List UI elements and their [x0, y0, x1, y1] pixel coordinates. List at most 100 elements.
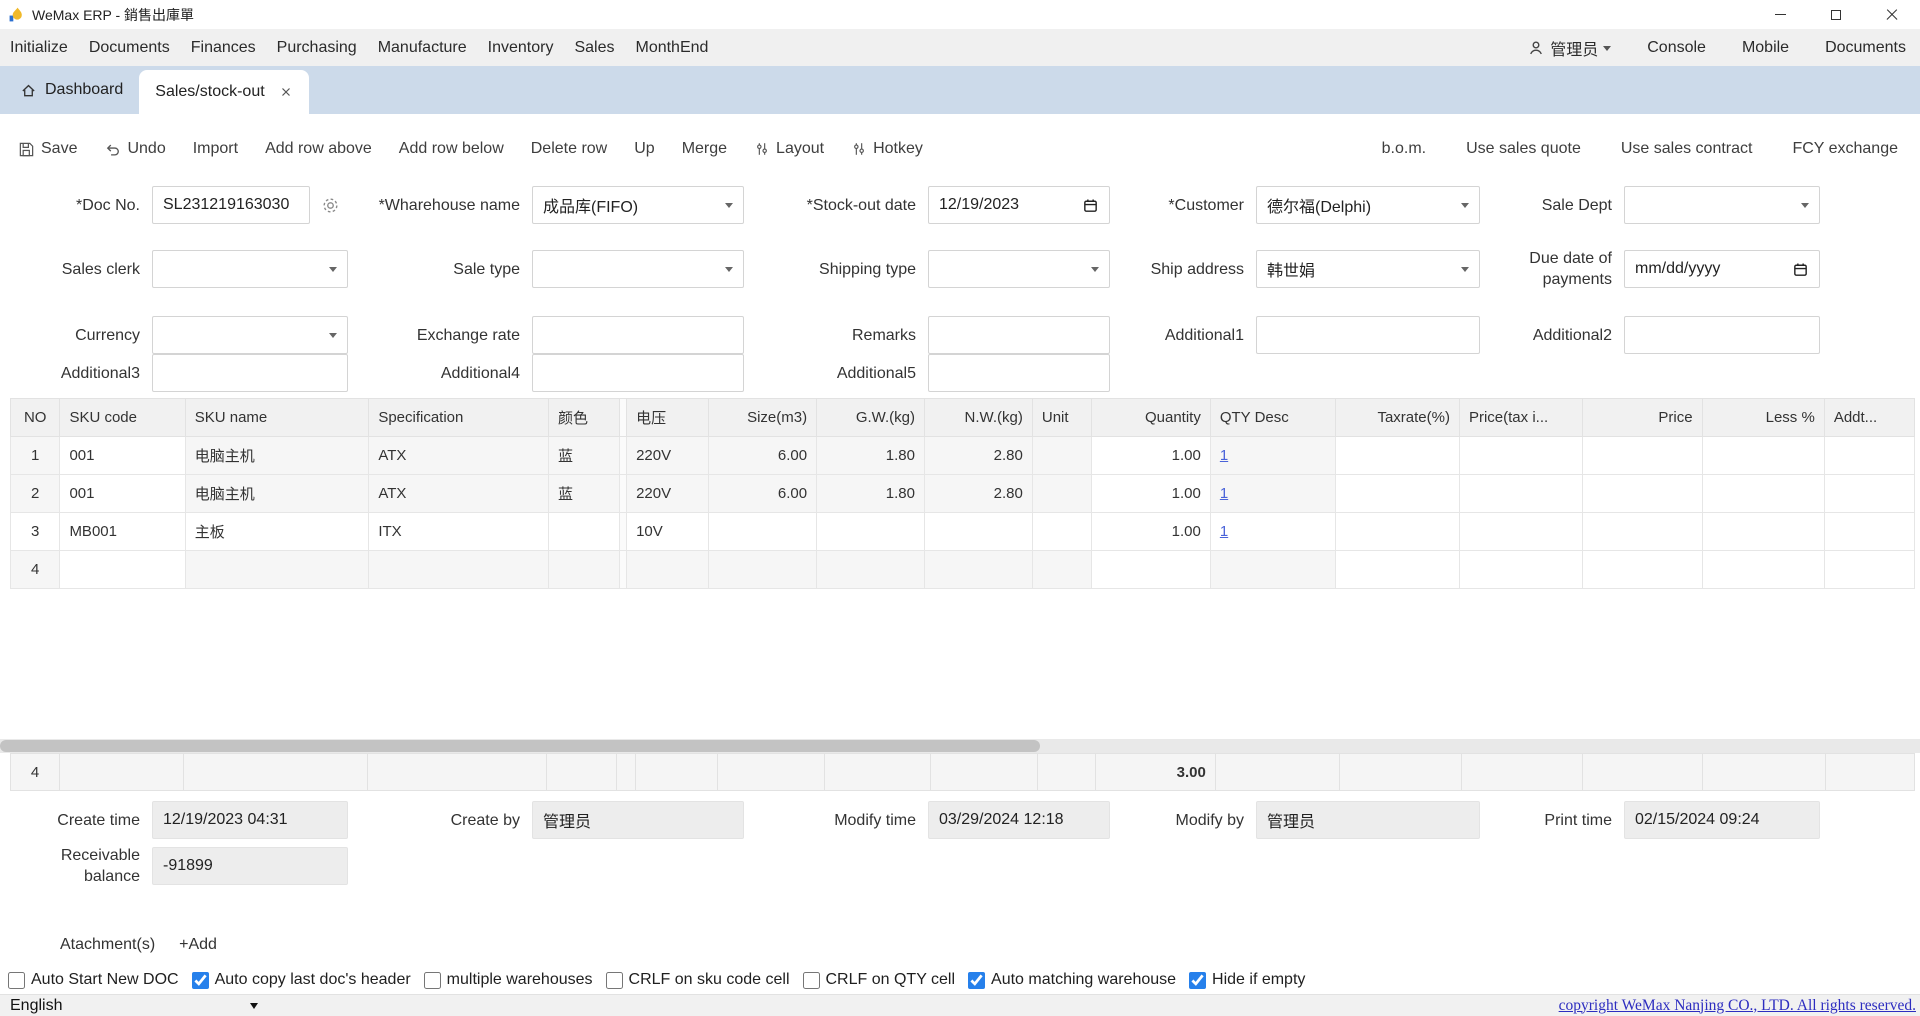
exchange-rate-input[interactable]	[532, 316, 744, 354]
close-button[interactable]	[1864, 0, 1920, 29]
checkbox[interactable]	[423, 971, 441, 989]
grid-cell-less[interactable]	[1701, 550, 1825, 589]
qty-desc-link[interactable]: 1	[1220, 447, 1228, 464]
checkbox[interactable]	[8, 971, 25, 989]
grid-cell-qty[interactable]: 1.00	[1090, 436, 1211, 475]
doc-no-settings-button[interactable]	[321, 196, 340, 215]
grid-cell-price_tax[interactable]	[1458, 512, 1584, 551]
grid-cell-spec[interactable]: ATX	[368, 474, 550, 513]
currency-select[interactable]	[152, 316, 348, 354]
menu-monthend[interactable]: MonthEnd	[635, 39, 708, 57]
checkbox[interactable]	[802, 971, 820, 989]
shipping-type-select[interactable]	[928, 250, 1110, 288]
customer-select[interactable]: 德尔福(Delphi)	[1256, 186, 1480, 224]
grid-cell-nw[interactable]	[924, 550, 1033, 589]
grid-cell-unit[interactable]	[1031, 550, 1092, 589]
grid-cell-no[interactable]: 4	[10, 550, 61, 589]
grid-cell-voltage[interactable]: 10V	[626, 512, 710, 551]
delete-row-button[interactable]: Delete row	[531, 140, 607, 158]
grid-cell-unit[interactable]	[1031, 474, 1092, 513]
grid-cell-qty_desc[interactable]: 1	[1209, 436, 1337, 475]
grid-cell-size[interactable]: 6.00	[708, 436, 818, 475]
grid-cell-size[interactable]: 6.00	[708, 474, 818, 513]
add-attachment-button[interactable]: +Add	[179, 936, 217, 954]
additional4-input[interactable]	[532, 354, 744, 392]
add-row-below-button[interactable]: Add row below	[399, 140, 504, 158]
grid-cell-sku_code[interactable]: 001	[59, 474, 186, 513]
menu-documents[interactable]: Documents	[89, 39, 170, 57]
option-auto-matching-warehouse[interactable]: Auto matching warehouse	[968, 971, 1176, 989]
grid-cell-taxrate[interactable]	[1335, 512, 1460, 551]
grid-cell-sku_name[interactable]: 电脑主机	[184, 436, 370, 475]
menu-initialize[interactable]: Initialize	[10, 39, 68, 57]
grid-cell-less[interactable]	[1701, 436, 1825, 475]
up-button[interactable]: Up	[634, 140, 654, 158]
grid-cell-nw[interactable]: 2.80	[924, 474, 1033, 513]
grid-cell-price[interactable]	[1582, 512, 1703, 551]
grid-cell-spec[interactable]	[368, 550, 550, 589]
option-hide-if-empty[interactable]: Hide if empty	[1189, 971, 1305, 989]
grid-cell-gw[interactable]: 1.80	[816, 436, 925, 475]
qty-desc-link[interactable]: 1	[1220, 485, 1228, 502]
additional5-input[interactable]	[928, 354, 1110, 392]
grid-cell-voltage[interactable]	[626, 550, 710, 589]
grid-cell-color[interactable]: 蓝	[548, 436, 620, 475]
sale-type-select[interactable]	[532, 250, 744, 288]
grid-cell-qty_desc[interactable]: 1	[1209, 512, 1337, 551]
due-date-input[interactable]: mm/dd/yyyy	[1624, 250, 1820, 288]
layout-button[interactable]: Layout	[754, 140, 824, 158]
grid-cell-price[interactable]	[1582, 436, 1703, 475]
remarks-input[interactable]	[928, 316, 1110, 354]
grid-cell-sku_name[interactable]	[184, 550, 370, 589]
grid-cell-nw[interactable]: 2.80	[924, 436, 1033, 475]
checkbox[interactable]	[605, 971, 623, 989]
grid-cell-sku_code[interactable]	[59, 550, 186, 589]
grid-cell-voltage[interactable]: 220V	[626, 474, 710, 513]
menu-mobile[interactable]: Mobile	[1742, 39, 1789, 57]
grid-cell-sku_code[interactable]: 001	[59, 436, 186, 475]
bom-button[interactable]: b.o.m.	[1382, 140, 1426, 158]
grid-cell-addt[interactable]	[1823, 512, 1915, 551]
option-crlf-on-qty-cell[interactable]: CRLF on QTY cell	[802, 971, 955, 989]
grid-cell-taxrate[interactable]	[1335, 550, 1460, 589]
additional1-input[interactable]	[1256, 316, 1480, 354]
grid-cell-addt[interactable]	[1823, 436, 1915, 475]
minimize-button[interactable]	[1752, 0, 1808, 29]
grid-cell-price_tax[interactable]	[1458, 436, 1584, 475]
menu-documents-right[interactable]: Documents	[1825, 39, 1906, 57]
grid-cell-spec[interactable]: ITX	[368, 512, 550, 551]
grid-cell-voltage[interactable]: 220V	[626, 436, 710, 475]
checkbox[interactable]	[968, 971, 986, 989]
grid-cell-size[interactable]	[708, 550, 818, 589]
grid-cell-size[interactable]	[708, 512, 818, 551]
menu-sales[interactable]: Sales	[574, 39, 614, 57]
grid-cell-nw[interactable]	[924, 512, 1033, 551]
grid-cell-no[interactable]: 2	[10, 474, 61, 513]
hotkey-button[interactable]: Hotkey	[851, 140, 923, 158]
user-menu[interactable]: 管理员	[1527, 36, 1612, 60]
horizontal-scrollbar[interactable]	[0, 739, 1920, 753]
grid-cell-less[interactable]	[1701, 512, 1825, 551]
grid-cell-gw[interactable]: 1.80	[816, 474, 925, 513]
grid-cell-price[interactable]	[1582, 550, 1703, 589]
menu-purchasing[interactable]: Purchasing	[277, 39, 357, 57]
grid-cell-price[interactable]	[1582, 474, 1703, 513]
option-crlf-on-sku-code-cell[interactable]: CRLF on sku code cell	[605, 971, 790, 989]
grid-cell-qty[interactable]: 1.00	[1090, 474, 1211, 513]
grid-cell-qty[interactable]: 1.00	[1090, 512, 1211, 551]
grid-cell-no[interactable]: 3	[10, 512, 61, 551]
tab-sales-stock-out[interactable]: Sales/stock-out	[139, 70, 309, 114]
add-row-above-button[interactable]: Add row above	[265, 140, 372, 158]
option-multiple-warehouses[interactable]: multiple warehouses	[423, 971, 593, 989]
menu-inventory[interactable]: Inventory	[488, 39, 554, 57]
grid-cell-color[interactable]	[548, 512, 620, 551]
doc-no-input[interactable]: SL231219163030	[152, 186, 310, 224]
grid-cell-qty_desc[interactable]: 1	[1209, 474, 1337, 513]
grid-cell-addt[interactable]	[1823, 550, 1915, 589]
grid-cell-spec[interactable]: ATX	[368, 436, 550, 475]
menu-finances[interactable]: Finances	[191, 39, 256, 57]
grid-cell-less[interactable]	[1701, 474, 1825, 513]
menu-manufacture[interactable]: Manufacture	[378, 39, 467, 57]
option-auto-start-new-doc[interactable]: Auto Start New DOC	[8, 971, 179, 989]
grid-cell-price_tax[interactable]	[1458, 550, 1584, 589]
